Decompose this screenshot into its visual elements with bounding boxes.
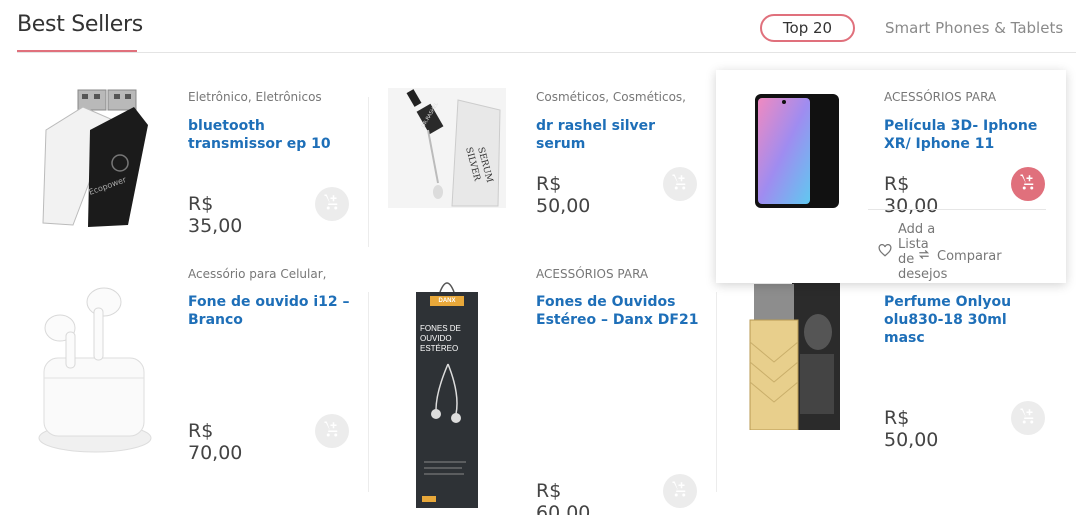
- hover-divider: [868, 209, 1046, 210]
- product-price: R$ 50,00: [536, 173, 591, 217]
- product-category[interactable]: Eletrônico, Eletrônicos: [188, 90, 322, 104]
- box-title-line: FONES DE: [420, 324, 461, 333]
- box-brand-label: DANX: [438, 298, 456, 304]
- cart-plus-icon: [323, 193, 341, 216]
- product-name[interactable]: bluetooth transmissor ep 10: [188, 117, 353, 153]
- column-divider: [716, 292, 717, 492]
- box-title-line: ESTÉREO: [420, 344, 459, 353]
- product-name[interactable]: Perfume Onlyou olu830-18 30ml masc: [884, 293, 1049, 347]
- box-title-line: OUVIDO: [420, 334, 452, 343]
- compare-label: Comparar: [937, 249, 1002, 264]
- perfume-bottle-image[interactable]: [748, 282, 840, 430]
- cart-plus-icon: [1019, 407, 1037, 430]
- usb-dongle-image[interactable]: Ecopower: [38, 85, 153, 230]
- heart-icon: [878, 243, 892, 261]
- add-to-cart-button[interactable]: [1011, 167, 1045, 201]
- add-to-cart-button[interactable]: [663, 474, 697, 508]
- section-title: Best Sellers: [17, 12, 143, 37]
- product-category[interactable]: ACESSÓRIOS PARA: [536, 267, 648, 281]
- product-name[interactable]: Película 3D- Iphone XR/ Iphone 11: [884, 117, 1049, 153]
- compare-arrows-icon: [917, 248, 931, 265]
- product-name[interactable]: dr rashel silver serum: [536, 117, 701, 153]
- add-to-cart-button[interactable]: [663, 167, 697, 201]
- add-to-cart-button[interactable]: [1011, 401, 1045, 435]
- cart-plus-icon: [1019, 173, 1037, 196]
- product-price: R$ 50,00: [884, 407, 939, 451]
- title-underline: [17, 50, 137, 52]
- cart-plus-icon: [671, 480, 689, 503]
- earbuds-image[interactable]: [38, 278, 153, 456]
- cart-plus-icon: [671, 173, 689, 196]
- cart-plus-icon: [323, 420, 341, 443]
- product-category[interactable]: Cosméticos, Cosméticos,: [536, 90, 686, 104]
- product-category[interactable]: Acessório para Celular,: [188, 267, 326, 281]
- product-price: R$ 70,00: [188, 420, 243, 464]
- tab-top-20[interactable]: Top 20: [760, 14, 855, 42]
- product-category[interactable]: ACESSÓRIOS PARA: [884, 90, 996, 104]
- section-header: Best Sellers Top 20 Smart Phones & Table…: [0, 0, 1076, 53]
- tab-smart-phones-tablets[interactable]: Smart Phones & Tablets: [885, 19, 1063, 37]
- add-to-cart-button[interactable]: [315, 414, 349, 448]
- add-to-cart-button[interactable]: [315, 187, 349, 221]
- product-price: R$ 60,00: [536, 480, 591, 515]
- column-divider: [368, 97, 369, 247]
- earphones-box-image[interactable]: DANX FONES DE OUVIDO ESTÉREO: [416, 272, 478, 508]
- product-price: R$ 35,00: [188, 193, 243, 237]
- product-name[interactable]: Fones de Ouvidos Estéreo – Danx DF21: [536, 293, 701, 329]
- phone-screen-protector-image[interactable]: [755, 92, 841, 210]
- serum-bottle-image[interactable]: DR.RASHEL SILVER SERUM: [388, 88, 506, 208]
- product-name[interactable]: Fone de ouvido i12 – Branco: [188, 293, 353, 329]
- column-divider: [368, 292, 369, 492]
- header-divider: [17, 52, 1076, 53]
- compare-link[interactable]: Comparar: [917, 248, 1002, 265]
- product-price: R$ 30,00: [884, 173, 939, 217]
